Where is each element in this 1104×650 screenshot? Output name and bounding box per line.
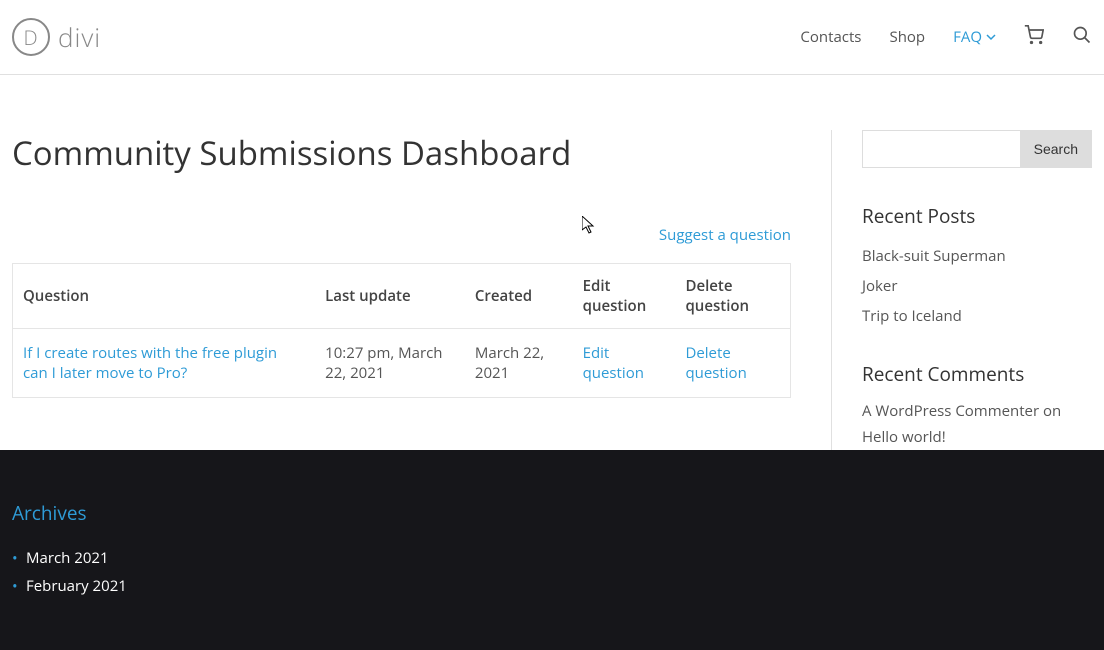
search-icon[interactable] [1072, 25, 1092, 50]
logo-circle-icon: D [12, 18, 50, 56]
search-box: Search [862, 130, 1092, 168]
footer: Archives March 2021 February 2021 [0, 450, 1104, 650]
table-row: If I create routes with the free plugin … [13, 329, 791, 398]
archives-list: March 2021 February 2021 [12, 544, 1092, 600]
comment-author[interactable]: A WordPress Commenter [862, 401, 1039, 421]
header-inner: D divi Contacts Shop FAQ [12, 0, 1092, 74]
list-item[interactable]: Trip to Iceland [862, 301, 1092, 331]
archives-title: Archives [12, 500, 1092, 526]
list-item[interactable]: Joker [862, 271, 1092, 301]
th-last-update: Last update [315, 264, 465, 329]
comment-on: on [1039, 401, 1061, 421]
comment-post[interactable]: Hello world! [862, 427, 946, 447]
logo-text: divi [58, 19, 101, 55]
edit-question-link[interactable]: Edit question [583, 343, 644, 383]
recent-comment-entry: A WordPress Commenter on Hello world! [862, 399, 1092, 450]
logo[interactable]: D divi [12, 18, 101, 56]
submissions-table: Question Last update Created Edit questi… [12, 263, 791, 398]
recent-posts-title: Recent Posts [862, 203, 1092, 229]
nav-contacts[interactable]: Contacts [800, 27, 861, 47]
nav-faq-label: FAQ [953, 27, 982, 47]
search-button[interactable]: Search [1020, 130, 1092, 168]
search-input[interactable] [862, 130, 1020, 168]
main-content: Community Submissions Dashboard Suggest … [12, 130, 832, 450]
container: Community Submissions Dashboard Suggest … [12, 75, 1092, 450]
th-question: Question [13, 264, 316, 329]
list-item[interactable]: February 2021 [12, 572, 1092, 600]
footer-inner: Archives March 2021 February 2021 [12, 500, 1092, 600]
th-delete: Delete question [675, 264, 790, 329]
delete-question-link[interactable]: Delete question [685, 343, 746, 383]
main-nav: Contacts Shop FAQ [800, 25, 1092, 50]
header: D divi Contacts Shop FAQ [0, 0, 1104, 75]
nav-shop[interactable]: Shop [889, 27, 925, 47]
recent-comments-title: Recent Comments [862, 361, 1092, 387]
cart-icon[interactable] [1024, 25, 1044, 50]
nav-faq[interactable]: FAQ [953, 27, 996, 47]
page-title: Community Submissions Dashboard [12, 130, 791, 175]
question-link[interactable]: If I create routes with the free plugin … [23, 343, 277, 383]
list-item[interactable]: March 2021 [12, 544, 1092, 572]
table-header-row: Question Last update Created Edit questi… [13, 264, 791, 329]
recent-posts-list: Black-suit Superman Joker Trip to Icelan… [862, 241, 1092, 331]
suggest-question-link[interactable]: Suggest a question [12, 225, 791, 245]
th-created: Created [465, 264, 573, 329]
sidebar: Search Recent Posts Black-suit Superman … [832, 130, 1092, 450]
th-edit: Edit question [573, 264, 676, 329]
cell-created: March 22, 2021 [465, 329, 573, 398]
chevron-down-icon [986, 32, 996, 42]
list-item[interactable]: Black-suit Superman [862, 241, 1092, 271]
cell-last-update: 10:27 pm, March 22, 2021 [315, 329, 465, 398]
